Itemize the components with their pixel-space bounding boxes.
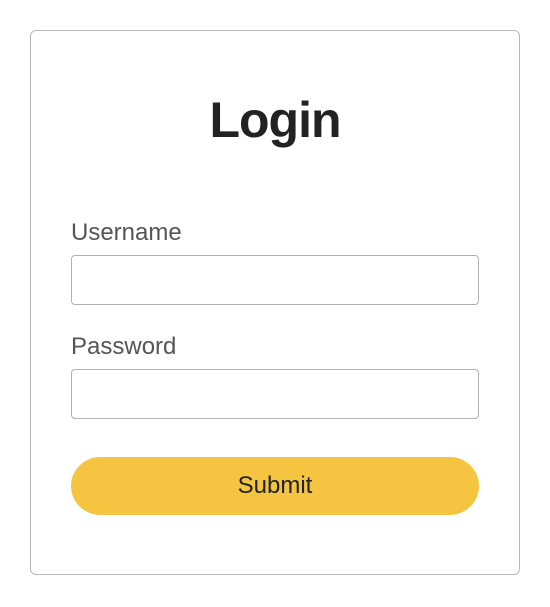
login-card: Login Username Password Submit bbox=[30, 30, 520, 575]
submit-button[interactable]: Submit bbox=[71, 457, 479, 515]
username-input[interactable] bbox=[71, 255, 479, 305]
password-input[interactable] bbox=[71, 369, 479, 419]
password-field-group: Password bbox=[71, 333, 479, 419]
username-label: Username bbox=[71, 219, 479, 247]
password-label: Password bbox=[71, 333, 479, 361]
login-title: Login bbox=[71, 91, 479, 149]
username-field-group: Username bbox=[71, 219, 479, 305]
